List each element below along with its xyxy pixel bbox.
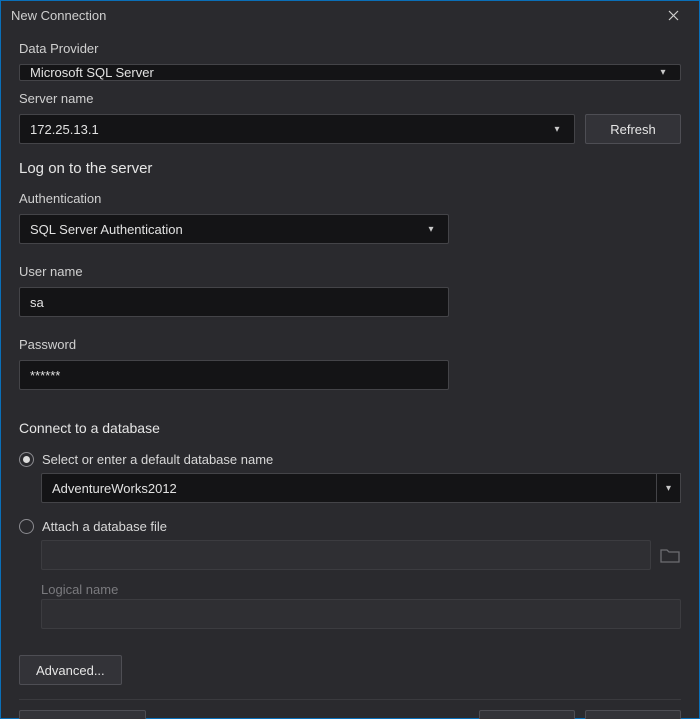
password-input[interactable]: ******	[19, 360, 449, 390]
close-button[interactable]	[653, 1, 693, 29]
titlebar: New Connection	[1, 1, 699, 29]
option-select-db-label: Select or enter a default database name	[42, 452, 273, 467]
option-attach-file[interactable]: Attach a database file	[19, 519, 681, 534]
database-name-value: AdventureWorks2012	[52, 481, 177, 496]
option-attach-file-label: Attach a database file	[42, 519, 167, 534]
separator	[19, 699, 681, 700]
advanced-button[interactable]: Advanced...	[19, 655, 122, 685]
server-name-select[interactable]: 172.25.13.1 ▾	[19, 114, 575, 144]
new-connection-dialog: New Connection Data Provider Microsoft S…	[0, 0, 700, 719]
data-provider-label: Data Provider	[19, 41, 681, 56]
radio-attach-file[interactable]	[19, 519, 34, 534]
database-name-select[interactable]: AdventureWorks2012	[41, 473, 657, 503]
logical-name-input	[41, 599, 681, 629]
username-value: sa	[30, 295, 44, 310]
authentication-select[interactable]: SQL Server Authentication ▾	[19, 214, 449, 244]
chevron-down-icon: ▾	[666, 483, 671, 494]
username-label: User name	[19, 264, 681, 279]
window-title: New Connection	[11, 8, 653, 23]
database-name-dropdown-button[interactable]: ▾	[657, 473, 681, 503]
chevron-down-icon: ▾	[656, 66, 670, 80]
connect-db-heading: Connect to a database	[19, 420, 681, 436]
authentication-label: Authentication	[19, 191, 681, 206]
test-connection-button[interactable]: Test Connection	[19, 710, 146, 719]
chevron-down-icon: ▾	[424, 222, 438, 236]
refresh-button[interactable]: Refresh	[585, 114, 681, 144]
option-select-db[interactable]: Select or enter a default database name	[19, 452, 681, 467]
password-label: Password	[19, 337, 681, 352]
folder-icon	[660, 547, 680, 563]
chevron-down-icon: ▾	[550, 122, 564, 136]
server-name-label: Server name	[19, 91, 681, 106]
data-provider-select[interactable]: Microsoft SQL Server ▾	[19, 64, 681, 81]
logon-heading: Log on to the server	[19, 160, 681, 177]
cancel-button[interactable]: Cancel	[585, 710, 681, 719]
radio-select-db[interactable]	[19, 452, 34, 467]
server-name-value: 172.25.13.1	[30, 122, 99, 137]
browse-file-button	[659, 546, 681, 564]
ok-button[interactable]: OK	[479, 710, 575, 719]
logical-name-label: Logical name	[41, 582, 681, 597]
data-provider-value: Microsoft SQL Server	[30, 65, 154, 80]
username-input[interactable]: sa	[19, 287, 449, 317]
close-icon	[668, 10, 679, 21]
attach-file-path-input	[41, 540, 651, 570]
authentication-value: SQL Server Authentication	[30, 222, 183, 237]
password-value: ******	[30, 368, 60, 383]
